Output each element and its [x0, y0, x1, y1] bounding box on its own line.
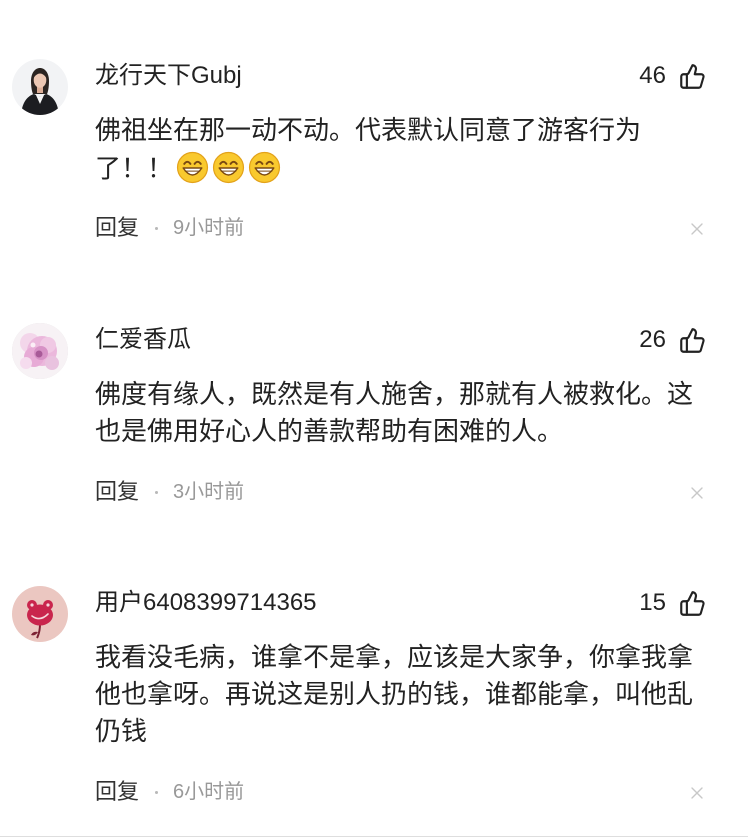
grin-emoji-icon: [212, 151, 245, 184]
close-icon[interactable]: [690, 786, 704, 800]
comment-text-line: 他也拿呀。再说这是别人扔的钱，谁都能拿，叫他乱: [95, 679, 694, 709]
user-avatar[interactable]: [12, 59, 68, 115]
comment-text-line: 了！！: [95, 149, 748, 186]
reply-button[interactable]: 回复: [95, 478, 139, 506]
comment-text-line: 佛度有缘人，既然是有人施舍，那就有人被救化。这: [95, 379, 694, 409]
like-button[interactable]: 46: [639, 62, 706, 90]
grin-emoji-icon: [176, 151, 209, 184]
comment-item: 龙行天下Gubj 46 佛祖坐在那一动不动。代表默认同意了游客行为 了！！ 回复…: [0, 50, 748, 242]
comment-time: 9小时前: [173, 217, 245, 239]
username[interactable]: 仁爱香瓜: [95, 326, 191, 354]
username[interactable]: 用户6408399714365: [95, 589, 317, 617]
like-count: 46: [639, 62, 666, 89]
comment-meta: 回复 3小时前: [0, 478, 748, 506]
comment-text-line: 也是佛用好心人的善款帮助有困难的人。: [95, 416, 564, 446]
comment-text-line: 我看没毛病，谁拿不是拿，应该是大家争，你拿我拿: [95, 642, 694, 672]
comment-text-line: 佛祖坐在那一动不动。代表默认同意了游客行为: [95, 115, 642, 145]
like-button[interactable]: 26: [639, 326, 706, 354]
separator-dot: [155, 226, 159, 230]
comment-time: 6小时前: [173, 781, 245, 803]
comment-item: 用户6408399714365 15 我看没毛病，谁拿不是拿，应该是大家争，你拿…: [0, 577, 748, 806]
comment-text: 我看没毛病，谁拿不是拿，应该是大家争，你拿我拿 他也拿呀。再说这是别人扔的钱，谁…: [95, 639, 748, 750]
thumbs-up-icon: [679, 590, 706, 617]
comment-text: 佛度有缘人，既然是有人施舍，那就有人被救化。这 也是佛用好心人的善款帮助有困难的…: [95, 376, 748, 450]
close-icon[interactable]: [690, 222, 704, 236]
thumbs-up-icon: [679, 63, 706, 90]
user-avatar[interactable]: [12, 586, 68, 642]
like-count: 15: [639, 589, 666, 616]
user-avatar[interactable]: [12, 323, 68, 379]
separator-dot: [155, 790, 159, 794]
reply-button[interactable]: 回复: [95, 214, 139, 242]
close-icon[interactable]: [690, 486, 704, 500]
comment-meta: 回复 6小时前: [0, 778, 748, 806]
like-count: 26: [639, 326, 666, 353]
comment-meta: 回复 9小时前: [0, 214, 748, 242]
comment-text-line: 仍钱: [95, 716, 148, 746]
comment-text: 佛祖坐在那一动不动。代表默认同意了游客行为 了！！: [95, 112, 748, 186]
grin-emoji-icon: [248, 151, 281, 184]
comment-item: 仁爱香瓜 26 佛度有缘人，既然是有人施舍，那就有人被救化。这 也是佛用好心人的…: [0, 314, 748, 506]
comment-text-fragment: 了！！: [95, 153, 174, 184]
username[interactable]: 龙行天下Gubj: [95, 62, 242, 90]
comment-time: 3小时前: [173, 481, 245, 503]
reply-button[interactable]: 回复: [95, 778, 139, 806]
like-button[interactable]: 15: [639, 589, 706, 617]
separator-dot: [155, 490, 159, 494]
thumbs-up-icon: [679, 327, 706, 354]
